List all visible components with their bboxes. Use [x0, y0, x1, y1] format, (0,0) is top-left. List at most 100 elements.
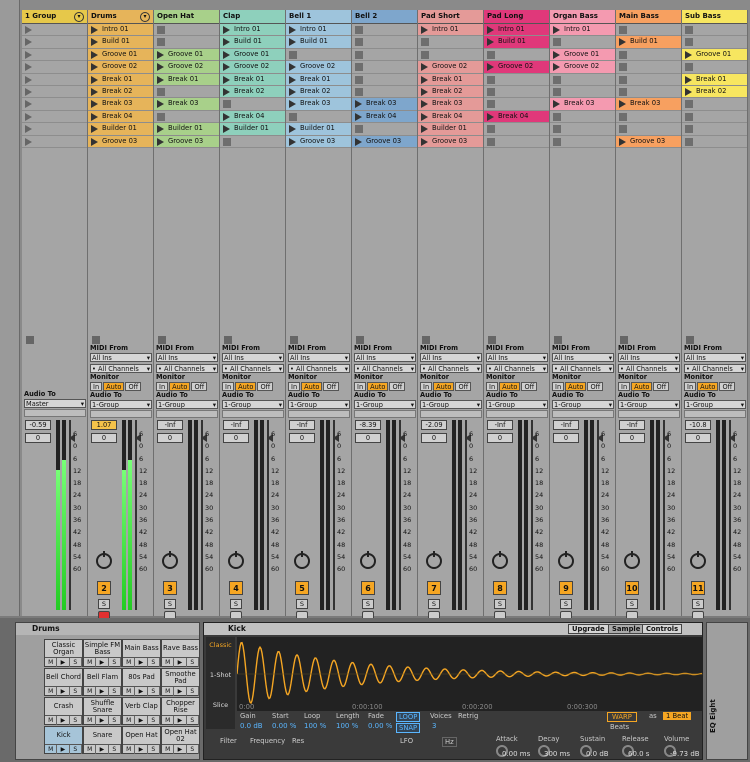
volume-fader[interactable] [135, 420, 137, 610]
monitor-in-button[interactable]: In [618, 382, 631, 391]
audio-to-select[interactable]: 1-Group [486, 400, 548, 409]
volume-value[interactable]: -8.39 [355, 420, 381, 430]
clip-slot[interactable] [352, 49, 417, 62]
pan-dial-icon[interactable] [690, 551, 706, 569]
mode-classic[interactable]: Classic [206, 637, 235, 667]
clip-slot[interactable]: Builder 01 [88, 123, 153, 136]
clip-slot[interactable]: Groove 01 [682, 48, 747, 62]
pad-mute-button[interactable]: M [45, 716, 58, 725]
track-activator[interactable]: 3 [163, 581, 177, 595]
drum-pad[interactable]: Open Hat 02 M ▶ S [161, 726, 200, 754]
clip-slot[interactable]: Intro 01 [286, 24, 351, 37]
monitor-off-button[interactable]: Off [191, 382, 208, 391]
clip-slot[interactable]: Break 04 [220, 110, 285, 124]
clip-slot[interactable]: Break 04 [418, 110, 483, 124]
pad-mute-button[interactable]: M [123, 745, 136, 754]
pan-dial-icon[interactable] [96, 551, 112, 569]
midi-from-select[interactable]: All Ins [90, 353, 152, 362]
pad-solo-button[interactable]: S [70, 658, 82, 667]
pad-mute-button[interactable]: M [84, 687, 97, 696]
drum-pad[interactable]: Bell Flam M ▶ S [83, 668, 122, 696]
pad-mute-button[interactable]: M [123, 687, 136, 696]
solo-button[interactable]: S [428, 599, 440, 609]
pad-mute-button[interactable]: M [162, 658, 175, 667]
clip-slot[interactable] [550, 86, 615, 99]
clip-slot[interactable]: Break 01 [286, 73, 351, 86]
clip-slot[interactable] [682, 36, 747, 49]
audio-to-select[interactable]: 1-Group [288, 400, 350, 409]
midi-from-select[interactable]: All Ins [684, 353, 746, 362]
clip-slot[interactable] [616, 74, 681, 86]
monitor-auto-button[interactable]: Auto [631, 382, 653, 391]
clip-slot[interactable] [352, 123, 417, 136]
stop-clip-button[interactable] [686, 336, 694, 344]
clip-slot[interactable]: Break 01 [154, 73, 219, 86]
midi-channel-select[interactable]: • All Channels [90, 364, 152, 373]
warp-mode-select[interactable]: Beats [610, 723, 629, 731]
clip-slot[interactable] [616, 123, 681, 136]
monitor-in-button[interactable]: In [354, 382, 367, 391]
solo-button[interactable]: S [692, 599, 704, 609]
clip-slot[interactable] [484, 123, 549, 136]
pad-mute-button[interactable]: M [123, 658, 136, 667]
clip-slot[interactable]: Groove 02 [418, 61, 483, 74]
pad-solo-button[interactable]: S [109, 658, 121, 667]
pan-dial-icon[interactable] [558, 551, 574, 569]
audio-to-select[interactable]: 1-Group [156, 400, 218, 409]
midi-from-select[interactable]: All Ins [354, 353, 416, 362]
fold-icon[interactable]: ▾ [140, 12, 150, 22]
pan-value[interactable]: 0 [685, 433, 711, 443]
monitor-auto-button[interactable]: Auto [697, 382, 719, 391]
param-value[interactable]: 0.0 dB [240, 722, 263, 730]
clip-slot[interactable] [418, 36, 483, 49]
clip-slot[interactable]: Break 03 [352, 98, 417, 111]
clip-slot[interactable]: Groove 01 [154, 48, 219, 62]
clip-slot[interactable] [418, 49, 483, 62]
pad-mute-button[interactable]: M [45, 745, 58, 754]
audio-to-select[interactable]: 1-Group [90, 400, 152, 409]
pan-value[interactable]: 0 [157, 433, 183, 443]
solo-button[interactable]: S [560, 599, 572, 609]
pan-value[interactable]: 0 [421, 433, 447, 443]
pad-solo-button[interactable]: S [187, 745, 199, 754]
track-activator[interactable]: 11 [691, 581, 705, 595]
track-header[interactable]: Open Hat [154, 10, 219, 24]
monitor-auto-button[interactable]: Auto [499, 382, 521, 391]
drum-pad[interactable]: Snare M ▶ S [83, 726, 122, 754]
track-header[interactable]: Organ Bass [550, 10, 615, 24]
clip-slot[interactable]: Groove 01 [550, 48, 615, 62]
audio-to-select[interactable]: Master [24, 399, 86, 408]
stop-clip-button[interactable] [92, 336, 100, 344]
track-header[interactable]: Bell 1 [286, 10, 351, 24]
pad-mute-button[interactable]: M [162, 687, 175, 696]
clip-slot[interactable] [352, 61, 417, 74]
clip-slot[interactable] [22, 49, 87, 62]
midi-channel-select[interactable]: • All Channels [552, 364, 614, 373]
track-activator[interactable]: 10 [625, 581, 639, 595]
drum-pad[interactable]: Verb Clap M ▶ S [122, 697, 161, 725]
midi-from-select[interactable]: All Ins [486, 353, 548, 362]
clip-slot[interactable] [682, 111, 747, 124]
pad-solo-button[interactable]: S [148, 687, 160, 696]
pad-solo-button[interactable]: S [70, 716, 82, 725]
stop-clip-button[interactable] [422, 336, 430, 344]
warp-button[interactable]: WARP [607, 712, 637, 722]
solo-button[interactable]: S [164, 599, 176, 609]
hz-button[interactable]: Hz [442, 737, 457, 747]
clip-slot[interactable] [616, 111, 681, 124]
audio-to-select[interactable]: 1-Group [684, 400, 746, 409]
pad-solo-button[interactable]: S [187, 658, 199, 667]
clip-slot[interactable]: Groove 01 [88, 48, 153, 62]
stop-clip-button[interactable] [290, 336, 298, 344]
track-activator[interactable]: 8 [493, 581, 507, 595]
monitor-off-button[interactable]: Off [323, 382, 340, 391]
pan-value[interactable]: 0 [289, 433, 315, 443]
monitor-in-button[interactable]: In [684, 382, 697, 391]
fold-icon[interactable]: ▾ [74, 12, 84, 22]
filter-label[interactable]: Filter [220, 737, 237, 745]
pad-play-icon[interactable]: ▶ [174, 658, 187, 667]
solo-button[interactable]: S [494, 599, 506, 609]
audio-to-select[interactable]: 1-Group [552, 400, 614, 409]
param-value[interactable]: 0.00 % [368, 722, 392, 730]
monitor-off-button[interactable]: Off [719, 382, 736, 391]
